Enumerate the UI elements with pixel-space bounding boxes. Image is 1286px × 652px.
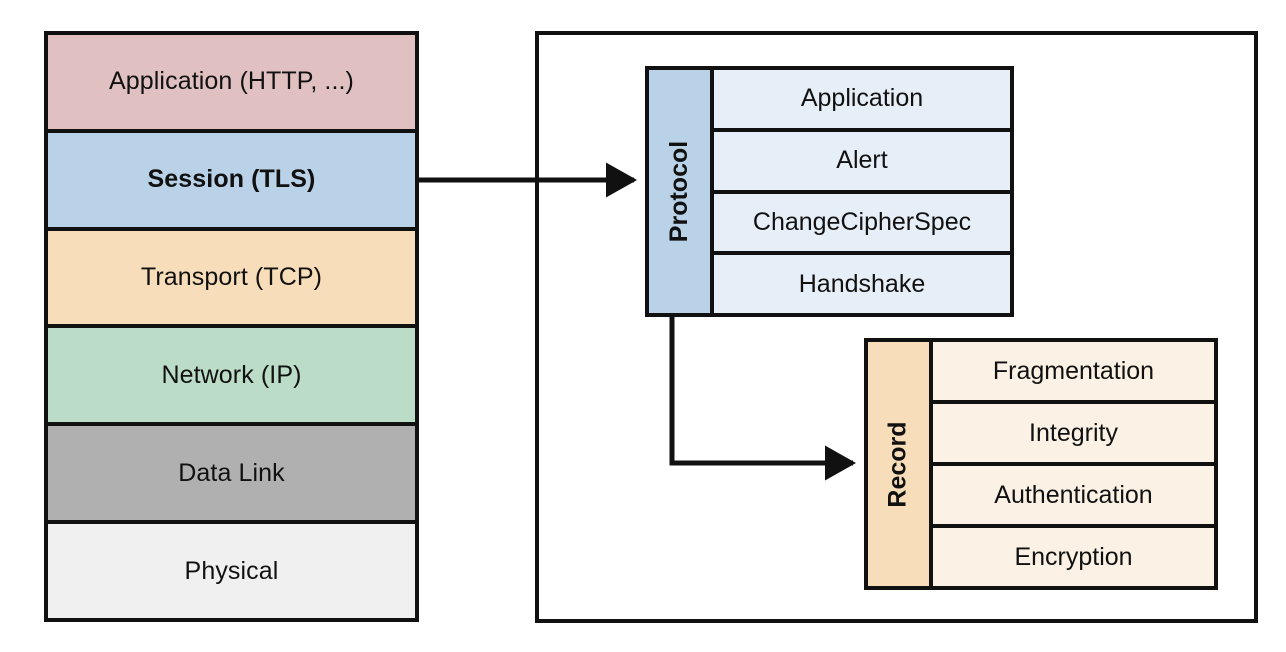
tls-protocol-tab-label: Protocol <box>665 140 693 243</box>
stack-layer-data-link: Data Link <box>48 426 415 525</box>
tls-protocol-layer-group: Protocol Application Alert ChangeCipherS… <box>645 66 1014 317</box>
tls-detail-container: Protocol Application Alert ChangeCipherS… <box>535 31 1258 623</box>
stack-layer-transport: Transport (TCP) <box>48 230 415 329</box>
stack-layer-application-label: Application (HTTP, ...) <box>109 67 354 96</box>
tls-protocol-row-application: Application <box>714 70 1010 132</box>
tls-protocol-row-alert: Alert <box>714 131 1010 194</box>
tls-record-row-authentication-label: Authentication <box>994 480 1153 509</box>
stack-layer-session-label: Session (TLS) <box>147 165 316 194</box>
tls-record-row-fragmentation: Fragmentation <box>933 342 1214 404</box>
tls-protocol-row-changecipherspec-label: ChangeCipherSpec <box>752 207 972 236</box>
tls-record-row-fragmentation-label: Fragmentation <box>992 356 1155 385</box>
tls-protocol-row-changecipherspec: ChangeCipherSpec <box>714 193 1010 256</box>
tls-protocol-row-handshake: Handshake <box>714 255 1010 313</box>
stack-layer-transport-label: Transport (TCP) <box>140 263 323 292</box>
stack-layer-network-label: Network (IP) <box>161 360 302 389</box>
tls-record-layer-group: Record Fragmentation Integrity Authentic… <box>864 338 1218 590</box>
tls-protocol-row-handshake-label: Handshake <box>798 269 926 298</box>
tls-record-row-list: Fragmentation Integrity Authentication E… <box>933 338 1218 590</box>
tls-record-row-integrity-label: Integrity <box>1029 418 1118 447</box>
tls-protocol-row-application-label: Application <box>800 84 924 113</box>
stack-layer-physical-label: Physical <box>184 556 279 585</box>
tls-protocol-tab: Protocol <box>645 66 714 317</box>
tls-protocol-row-alert-label: Alert <box>836 146 888 175</box>
stack-layer-session: Session (TLS) <box>48 132 415 231</box>
stack-layer-data-link-label: Data Link <box>178 458 285 487</box>
diagram-canvas: Application (HTTP, ...) Session (TLS) Tr… <box>0 0 1286 652</box>
stack-layer-application: Application (HTTP, ...) <box>48 35 415 133</box>
tls-record-row-authentication: Authentication <box>933 466 1214 528</box>
tls-record-row-integrity: Integrity <box>933 404 1214 466</box>
tls-record-tab: Record <box>864 338 933 590</box>
stack-layer-physical: Physical <box>48 524 415 618</box>
network-layer-stack: Application (HTTP, ...) Session (TLS) Tr… <box>44 31 419 622</box>
tls-record-row-encryption: Encryption <box>933 528 1214 586</box>
tls-protocol-row-list: Application Alert ChangeCipherSpec Hands… <box>714 66 1014 317</box>
tls-record-tab-label: Record <box>884 420 913 508</box>
stack-layer-network: Network (IP) <box>48 328 415 427</box>
tls-record-row-encryption-label: Encryption <box>1014 542 1133 571</box>
